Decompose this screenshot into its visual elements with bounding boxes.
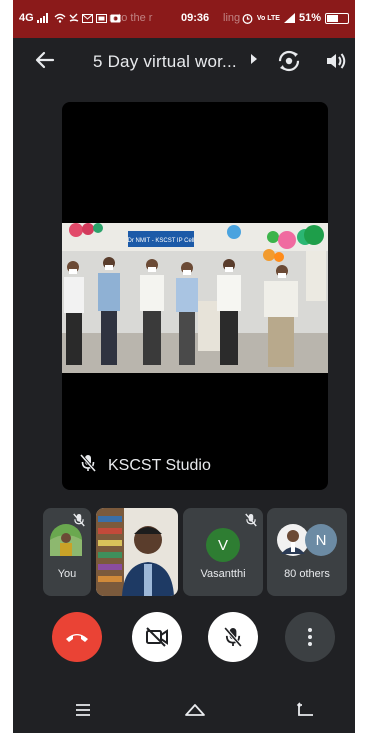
mail-icon — [81, 13, 93, 23]
mic-off-icon — [224, 626, 242, 648]
main-video-tile[interactable]: Dr NMIT - KSCST IP Cell KSCST Studio — [62, 102, 328, 490]
person-2 — [98, 257, 120, 365]
mic-off-icon — [79, 454, 97, 477]
home-icon[interactable] — [184, 702, 206, 723]
camera-toggle-button[interactable] — [132, 612, 182, 662]
meeting-top-bar: 5 Day virtual wor... — [13, 38, 355, 86]
others-initial-avatar: N — [305, 524, 337, 556]
status-right: Vo LTE 51% — [241, 12, 349, 24]
participant-tile-you[interactable]: You — [43, 508, 91, 596]
back-icon[interactable] — [296, 702, 316, 723]
network-type: 4G — [19, 12, 34, 24]
participant-label: Vasantthi — [200, 568, 246, 580]
status-left: 4G — [19, 12, 121, 24]
participant-tile-others[interactable]: N 80 others — [267, 508, 347, 596]
call-controls — [13, 612, 355, 668]
mic-off-icon — [73, 513, 85, 532]
system-nav-bar — [13, 690, 355, 733]
participant-video — [96, 508, 178, 596]
presenter-video: Dr NMIT - KSCST IP Cell — [62, 223, 328, 373]
mic-off-icon — [245, 513, 257, 532]
phone-screen: 4G n to the r 09:36 ling interfa Vo LTE … — [13, 0, 355, 733]
participant-tile-video[interactable] — [96, 508, 178, 596]
main-tile-footer: KSCST Studio — [79, 454, 211, 477]
end-call-button[interactable] — [52, 612, 102, 662]
more-options-button[interactable] — [285, 612, 335, 662]
participant-strip: You V Vasantthi N 80 others — [43, 508, 347, 596]
wifi-calling-icon — [54, 13, 66, 23]
battery-icon — [325, 12, 349, 24]
message-icon — [95, 13, 107, 23]
back-arrow-icon[interactable] — [35, 50, 55, 76]
missed-call-icon — [69, 13, 79, 22]
switch-camera-icon[interactable] — [277, 49, 301, 78]
camera-off-icon — [146, 627, 168, 647]
speaker-icon[interactable] — [325, 51, 347, 76]
vasantthi-avatar: V — [206, 528, 240, 562]
ticker-text: n to the r — [109, 12, 153, 24]
status-bar: 4G n to the r 09:36 ling interfa Vo LTE … — [13, 0, 355, 38]
meeting-title[interactable]: 5 Day virtual wor... — [93, 52, 237, 72]
battery-percent: 51% — [298, 12, 321, 24]
participant-label: You — [57, 568, 77, 580]
participant-label: 80 others — [284, 568, 330, 580]
volte-label: Vo LTE — [256, 14, 280, 22]
banner-text: Dr NMIT - KSCST IP Cell — [127, 238, 194, 244]
clock: 09:36 — [181, 12, 210, 24]
main-tile-name: KSCST Studio — [108, 456, 211, 474]
mic-toggle-button[interactable] — [208, 612, 258, 662]
caret-right-icon[interactable] — [249, 53, 259, 68]
hang-up-icon — [66, 634, 88, 642]
alarm-icon — [242, 13, 253, 24]
signal-icon — [36, 13, 48, 23]
more-vert-icon — [308, 628, 312, 646]
participant-tile-vasantthi[interactable]: V Vasantthi — [183, 508, 263, 596]
mobile-signal-icon — [283, 13, 295, 23]
menu-icon[interactable] — [75, 703, 91, 722]
